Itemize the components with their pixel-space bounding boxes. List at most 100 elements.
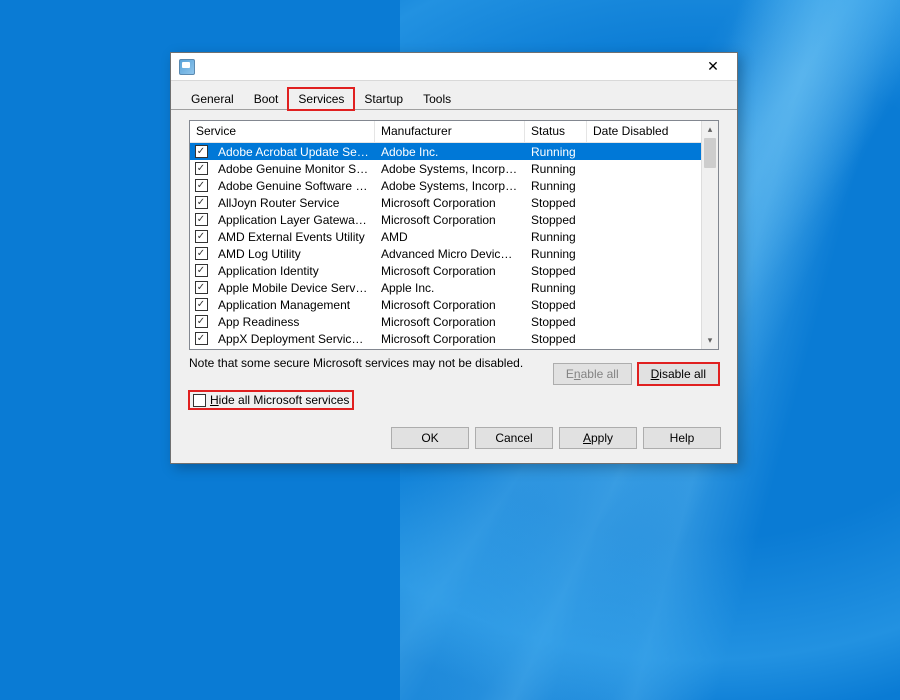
row-service: Adobe Acrobat Update Service: [212, 145, 375, 159]
col-service[interactable]: Service: [190, 121, 375, 142]
row-manufacturer: Microsoft Corporation: [375, 264, 525, 278]
row-checkbox[interactable]: ✓: [195, 247, 208, 260]
row-checkbox[interactable]: ✓: [195, 298, 208, 311]
enable-all-button[interactable]: Enable all: [553, 363, 632, 385]
row-checkbox[interactable]: ✓: [195, 264, 208, 277]
col-manufacturer[interactable]: Manufacturer: [375, 121, 525, 142]
row-status: Stopped: [525, 264, 587, 278]
row-service: Application Layer Gateway Service: [212, 213, 375, 227]
table-row[interactable]: ✓ AppX Deployment Service (AppX...Microso…: [190, 330, 701, 347]
row-checkbox-cell: ✓: [190, 179, 212, 192]
table-row[interactable]: ✓Application ManagementMicrosoft Corpora…: [190, 296, 701, 313]
row-manufacturer: Adobe Inc.: [375, 145, 525, 159]
row-status: Running: [525, 145, 587, 159]
scroll-down-icon[interactable]: ▾: [702, 332, 718, 349]
row-manufacturer: Adobe Systems, Incorpora...: [375, 162, 525, 176]
tab-boot[interactable]: Boot: [244, 88, 289, 110]
row-checkbox[interactable]: ✓: [195, 332, 208, 345]
row-checkbox-cell: ✓: [190, 162, 212, 175]
row-checkbox-cell: ✓: [190, 213, 212, 226]
row-service: AMD Log Utility: [212, 247, 375, 261]
row-checkbox-cell: ✓: [190, 247, 212, 260]
tab-general[interactable]: General: [181, 88, 244, 110]
row-checkbox[interactable]: ✓: [195, 162, 208, 175]
col-date-disabled[interactable]: Date Disabled: [587, 121, 701, 142]
row-service: Apple Mobile Device Service: [212, 281, 375, 295]
msconfig-window: ✕ General Boot Services Startup Tools Se…: [170, 52, 738, 464]
row-checkbox-cell: ✓: [190, 196, 212, 209]
row-checkbox[interactable]: ✓: [195, 196, 208, 209]
row-checkbox[interactable]: ✓: [195, 281, 208, 294]
hide-microsoft-services-checkbox[interactable]: [193, 394, 206, 407]
row-status: Running: [525, 230, 587, 244]
table-row[interactable]: ✓ Adobe Acrobat Update ServiceAdobe Inc.R…: [190, 143, 701, 160]
tab-tools[interactable]: Tools: [413, 88, 461, 110]
scroll-thumb[interactable]: [704, 138, 716, 168]
row-manufacturer: Apple Inc.: [375, 281, 525, 295]
row-service: Application Management: [212, 298, 375, 312]
row-checkbox[interactable]: ✓: [195, 230, 208, 243]
row-service: Adobe Genuine Software Integri...: [212, 179, 375, 193]
app-icon: [179, 59, 195, 75]
row-checkbox[interactable]: ✓: [195, 145, 208, 158]
row-status: Stopped: [525, 315, 587, 329]
row-manufacturer: Microsoft Corporation: [375, 315, 525, 329]
row-status: Running: [525, 162, 587, 176]
services-listview[interactable]: Service Manufacturer Status Date Disable…: [189, 120, 719, 350]
row-checkbox-cell: ✓: [190, 315, 212, 328]
row-status: Running: [525, 247, 587, 261]
ok-button[interactable]: OK: [391, 427, 469, 449]
row-service: AllJoyn Router Service: [212, 196, 375, 210]
table-row[interactable]: ✓ Adobe Genuine Monitor ServiceAdobe Syst…: [190, 160, 701, 177]
titlebar[interactable]: ✕: [171, 53, 737, 81]
row-service: Application Identity: [212, 264, 375, 278]
close-button[interactable]: ✕: [693, 53, 733, 80]
table-header: Service Manufacturer Status Date Disable…: [190, 121, 701, 143]
row-checkbox-cell: ✓: [190, 281, 212, 294]
table-row[interactable]: ✓ Application Layer Gateway ServiceMicros…: [190, 211, 701, 228]
row-checkbox-cell: ✓: [190, 298, 212, 311]
row-manufacturer: Advanced Micro Devices, I...: [375, 247, 525, 261]
row-checkbox[interactable]: ✓: [195, 213, 208, 226]
table-row[interactable]: ✓ Application IdentityMicrosoft Corporati…: [190, 262, 701, 279]
row-checkbox-cell: ✓: [190, 145, 212, 158]
table-row[interactable]: ✓ AMD External Events UtilityAMDRunning: [190, 228, 701, 245]
table-row[interactable]: ✓ App ReadinessMicrosoft CorporationStopp…: [190, 313, 701, 330]
row-manufacturer: Microsoft Corporation: [375, 332, 525, 346]
tab-startup[interactable]: Startup: [354, 88, 413, 110]
row-service: Adobe Genuine Monitor Service: [212, 162, 375, 176]
row-status: Stopped: [525, 196, 587, 210]
row-manufacturer: Adobe Systems, Incorpora...: [375, 179, 525, 193]
row-service: AppX Deployment Service (AppX...: [212, 332, 375, 346]
table-body: ✓Adobe Acrobat Update ServiceAdobe Inc.R…: [190, 143, 701, 347]
hide-microsoft-services-label: Hide all Microsoft services: [210, 393, 349, 407]
row-status: Running: [525, 179, 587, 193]
help-button[interactable]: Help: [643, 427, 721, 449]
hide-microsoft-services-row[interactable]: Hide all Microsoft services: [189, 391, 353, 409]
scroll-up-icon[interactable]: ▴: [702, 121, 718, 138]
table-row[interactable]: ✓ AMD Log UtilityAdvanced Micro Devices, …: [190, 245, 701, 262]
tab-services[interactable]: Services: [288, 88, 354, 110]
vertical-scrollbar[interactable]: ▴ ▾: [701, 121, 718, 349]
tab-strip: General Boot Services Startup Tools: [171, 81, 737, 110]
apply-button[interactable]: Apply: [559, 427, 637, 449]
tab-panel-services: Service Manufacturer Status Date Disable…: [171, 110, 737, 380]
row-status: Stopped: [525, 298, 587, 312]
col-status[interactable]: Status: [525, 121, 587, 142]
table-row[interactable]: ✓ Adobe Genuine Software Integri...Adobe …: [190, 177, 701, 194]
row-checkbox-cell: ✓: [190, 264, 212, 277]
row-manufacturer: AMD: [375, 230, 525, 244]
row-manufacturer: Microsoft Corporation: [375, 213, 525, 227]
row-checkbox[interactable]: ✓: [195, 315, 208, 328]
table-row[interactable]: ✓ AllJoyn Router ServiceMicrosoft Corpora…: [190, 194, 701, 211]
row-service: App Readiness: [212, 315, 375, 329]
row-checkbox-cell: ✓: [190, 230, 212, 243]
row-service: AMD External Events Utility: [212, 230, 375, 244]
disable-all-button[interactable]: Disable all: [638, 363, 719, 385]
row-checkbox[interactable]: ✓: [195, 179, 208, 192]
row-manufacturer: Microsoft Corporation: [375, 196, 525, 210]
table-row[interactable]: ✓ Apple Mobile Device ServiceApple Inc.Ru…: [190, 279, 701, 296]
row-status: Running: [525, 281, 587, 295]
cancel-button[interactable]: Cancel: [475, 427, 553, 449]
row-status: Stopped: [525, 213, 587, 227]
